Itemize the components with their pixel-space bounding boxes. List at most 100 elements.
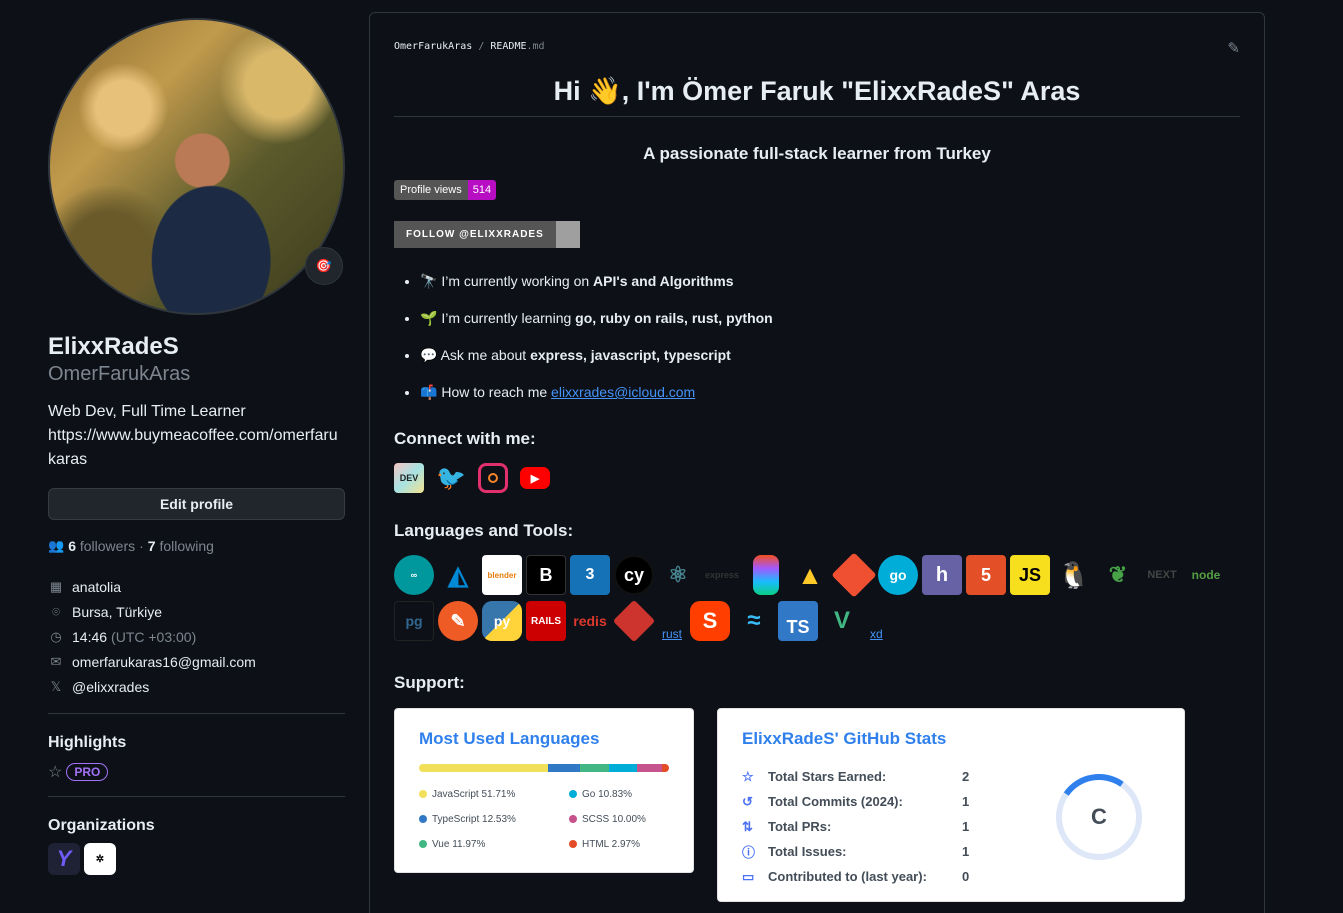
languages-bar bbox=[419, 764, 669, 772]
figma-icon[interactable] bbox=[753, 555, 779, 595]
language-bar-segment bbox=[636, 764, 662, 772]
views-label: Profile views bbox=[394, 180, 468, 200]
language-bar-segment bbox=[609, 764, 637, 772]
crumb-user[interactable]: OmerFarukAras bbox=[394, 41, 472, 52]
stat-label: Total PRs: bbox=[768, 819, 832, 834]
language-color-dot bbox=[569, 840, 577, 848]
detail-twitter[interactable]: 𝕏 @elixxrades bbox=[48, 674, 345, 699]
stat-row: ▭ Contributed to (last year): 0 bbox=[742, 864, 969, 889]
linux-icon[interactable]: 🐧 bbox=[1054, 555, 1094, 595]
follow-badge-label: FOLLOW @ELIXXRADES bbox=[394, 221, 556, 248]
readme-breadcrumb: OmerFarukAras / README.md bbox=[394, 41, 545, 52]
nodejs-icon[interactable]: node bbox=[1186, 555, 1226, 595]
timezone: (UTC +03:00) bbox=[111, 628, 197, 645]
company-text: anatolia bbox=[72, 578, 122, 595]
status-emoji-badge[interactable]: 🎯 bbox=[305, 247, 343, 285]
edit-profile-button[interactable]: Edit profile bbox=[48, 488, 345, 520]
twitter-icon[interactable]: 🐦 bbox=[436, 463, 466, 493]
language-bar-segment bbox=[579, 764, 610, 772]
detail-location: ⌾ Bursa, Türkiye bbox=[48, 599, 345, 624]
javascript-icon[interactable]: JS bbox=[1010, 555, 1050, 595]
rust-image[interactable]: rust bbox=[658, 601, 686, 641]
xd-image[interactable]: xd bbox=[866, 601, 887, 641]
location-text: Bursa, Türkiye bbox=[72, 603, 162, 620]
html5-icon[interactable]: 5 bbox=[966, 555, 1006, 595]
express-icon[interactable]: express bbox=[702, 555, 742, 595]
pro-badge[interactable]: PRO bbox=[66, 763, 109, 781]
electron-icon[interactable]: ⚛ bbox=[658, 555, 698, 595]
redis-icon[interactable]: redis bbox=[570, 601, 610, 641]
cypress-icon[interactable]: cy bbox=[614, 555, 654, 595]
youtube-icon[interactable]: ▶ bbox=[520, 467, 550, 489]
blender-icon[interactable]: blender bbox=[482, 555, 522, 595]
instagram-icon[interactable] bbox=[478, 463, 508, 493]
language-legend-item: Vue 11.97% bbox=[419, 837, 569, 851]
language-color-dot bbox=[419, 790, 427, 798]
contact-email-link[interactable]: elixxrades@icloud.com bbox=[551, 384, 695, 400]
status-emoji-icon: 🎯 bbox=[315, 258, 333, 273]
location-pin-icon: ⌾ bbox=[52, 603, 60, 619]
detail-company: ▦ anatolia bbox=[48, 574, 345, 599]
profile-bio: Web Dev, Full Time Learner https://www.b… bbox=[48, 400, 345, 472]
heroku-icon[interactable]: h bbox=[922, 555, 962, 595]
git-icon[interactable] bbox=[831, 552, 877, 598]
firebase-icon[interactable]: ▲ bbox=[790, 555, 830, 595]
following-link[interactable]: 7 following bbox=[148, 538, 214, 554]
avatar-wrap: 🎯 bbox=[48, 18, 345, 315]
postman-icon[interactable]: ✎ bbox=[438, 601, 478, 641]
about-list: 🔭 I’m currently working on API's and Alg… bbox=[420, 271, 773, 419]
support-title: Support: bbox=[394, 673, 465, 692]
language-bar-segment bbox=[548, 764, 580, 772]
local-time: 14:46 bbox=[72, 628, 108, 645]
divider bbox=[48, 713, 345, 714]
nextjs-icon[interactable]: NEXT bbox=[1142, 555, 1182, 595]
crumb-file[interactable]: README bbox=[490, 41, 526, 52]
dev-to-icon[interactable]: DEV bbox=[394, 463, 424, 493]
org-avatar[interactable]: Y bbox=[48, 843, 80, 875]
email-link[interactable]: omerfarukaras16@gmail.com bbox=[72, 654, 256, 670]
follow-badge-count bbox=[555, 221, 580, 248]
profile-details: ▦ anatolia ⌾ Bursa, Türkiye ◷ 14:46 (UTC +03… bbox=[48, 574, 345, 699]
stat-value: 1 bbox=[962, 794, 970, 809]
bullet-text: Ask me about bbox=[440, 347, 531, 363]
python-icon[interactable]: py bbox=[482, 601, 522, 641]
heading-divider bbox=[394, 116, 1240, 117]
go-icon[interactable]: go bbox=[878, 555, 918, 595]
bullet-text: I’m currently learning bbox=[441, 310, 576, 326]
stat-icon: ⇅ bbox=[742, 818, 753, 834]
ruby-icon[interactable] bbox=[612, 599, 656, 643]
typescript-icon[interactable]: TS bbox=[778, 601, 819, 641]
language-label: SCSS 10.00% bbox=[582, 813, 646, 825]
stat-value: 2 bbox=[962, 769, 970, 784]
bootstrap-icon[interactable]: B bbox=[526, 555, 566, 595]
people-icon: 👥 bbox=[48, 538, 65, 553]
avatar[interactable] bbox=[48, 18, 345, 315]
edit-pencil-icon[interactable]: ✎ bbox=[1227, 39, 1240, 57]
azure-icon[interactable]: ◭ bbox=[438, 555, 478, 595]
twitter-link[interactable]: @elixxrades bbox=[72, 679, 149, 695]
stat-row: ⓘ Total Issues: 1 bbox=[742, 839, 969, 864]
postgresql-icon[interactable]: pg bbox=[394, 601, 434, 641]
followers-link[interactable]: 6 followers bbox=[68, 538, 135, 554]
stat-row: ↺ Total Commits (2024): 1 bbox=[742, 789, 969, 814]
seedling-icon: 🌱 bbox=[420, 310, 438, 326]
mongodb-icon[interactable]: ❦ bbox=[1098, 555, 1138, 595]
x-logo-icon: 𝕏 bbox=[50, 678, 62, 694]
readme-heading: Hi 👋, I'm Ömer Faruk "ElixxRadeS" Aras bbox=[553, 76, 1081, 106]
arduino-icon[interactable]: ∞ bbox=[394, 555, 434, 595]
org-avatar[interactable]: ✲ bbox=[84, 843, 116, 875]
css3-icon[interactable]: 3 bbox=[570, 555, 610, 595]
language-label: Vue 11.97% bbox=[432, 838, 486, 850]
language-color-dot bbox=[419, 840, 427, 848]
tailwind-icon[interactable]: ≈ bbox=[734, 601, 775, 641]
svelte-icon[interactable]: S bbox=[690, 601, 731, 641]
detail-email[interactable]: ✉ omerfarukaras16@gmail.com bbox=[48, 649, 345, 674]
language-legend-item: SCSS 10.00% bbox=[569, 812, 679, 826]
clock-icon: ◷ bbox=[50, 628, 62, 644]
follow-badge[interactable]: FOLLOW @ELIXXRADES bbox=[394, 221, 580, 248]
detail-time: ◷ 14:46 (UTC +03:00) bbox=[48, 624, 345, 649]
vuejs-icon[interactable]: V bbox=[822, 601, 863, 641]
dot-separator: · bbox=[139, 538, 144, 554]
highlights-title: Highlights bbox=[48, 734, 127, 751]
rails-icon[interactable]: RAILS bbox=[526, 601, 566, 641]
